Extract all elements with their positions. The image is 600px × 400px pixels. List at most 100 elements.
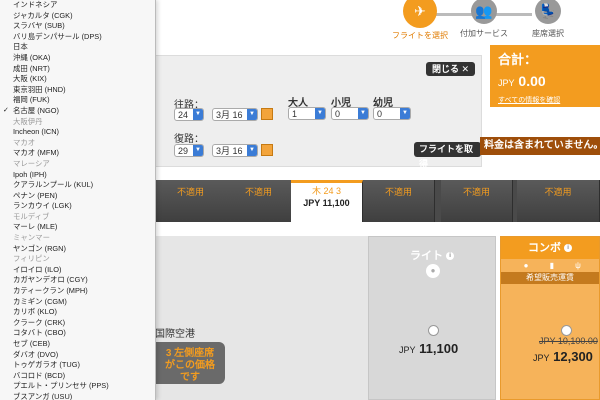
dropdown-option-label: プエルト・プリンセサ (PPS): [13, 381, 109, 391]
date-cell[interactable]: 不適用: [223, 180, 295, 222]
step-label: 座席選択: [532, 29, 564, 38]
dropdown-option[interactable]: コタバト (CBO): [0, 328, 155, 339]
dropdown-option[interactable]: インドネシア: [0, 0, 155, 11]
dropdown-option[interactable]: カガヤンデオロ (CGY): [0, 275, 155, 286]
dropdown-option[interactable]: バコロド (BCD): [0, 371, 155, 382]
fare-combo-radio[interactable]: [561, 325, 572, 336]
dropdown-option[interactable]: 大阪 (KIX): [0, 74, 155, 85]
dropdown-option[interactable]: プエルト・プリンセサ (PPS): [0, 381, 155, 392]
calendar-icon[interactable]: [261, 144, 273, 156]
select-value: 3月 16: [216, 146, 243, 156]
dropdown-option[interactable]: ランカウイ (LGK): [0, 201, 155, 212]
dropdown-option-label: 大阪伊丹: [13, 116, 43, 126]
dropdown-option-label: ジャカルタ (CGK): [13, 10, 73, 20]
dropdown-option-label: マカオ: [13, 137, 36, 147]
adult-count-select[interactable]: 1 ▼: [288, 107, 326, 120]
calendar-icon[interactable]: [261, 108, 273, 120]
dropdown-option-label: カティークラン (MPH): [13, 286, 88, 296]
total-currency: JPY: [498, 78, 515, 88]
dropdown-option[interactable]: マーレ (MLE): [0, 222, 155, 233]
dropdown-option-label: インドネシア: [13, 0, 58, 9]
dropdown-option[interactable]: クアラルンプール (KUL): [0, 180, 155, 191]
fee-notice: 料金は含まれていません。: [480, 137, 600, 155]
dropdown-option[interactable]: 沖縄 (OKA): [0, 53, 155, 64]
select-value: 0: [335, 109, 341, 119]
return-month-select[interactable]: 3月 16 ▼: [212, 144, 258, 157]
dropdown-option-label: ヤンゴン (RGN): [13, 243, 66, 253]
chevron-down-icon: ▼: [247, 145, 257, 156]
dropdown-option[interactable]: ダバオ (DVO): [0, 350, 155, 361]
booking-progress: ✈ フライトを選択 👥 付加サービス 💺 座席選択: [380, 0, 600, 42]
dropdown-option-label: 東京羽田 (HND): [13, 84, 66, 94]
dropdown-option[interactable]: イロイロ (ILO): [0, 265, 155, 276]
dropdown-option: ミャンマー: [0, 233, 155, 244]
dropdown-option[interactable]: カミギン (CGM): [0, 297, 155, 308]
close-button[interactable]: 閉じる ✕: [426, 62, 476, 76]
dropdown-option[interactable]: 東京羽田 (HND): [0, 85, 155, 96]
fare-currency: JPY: [533, 353, 550, 363]
dropdown-option-label: 福岡 (FUK): [13, 95, 50, 105]
people-icon: 👥: [471, 0, 497, 24]
dropdown-option[interactable]: スラバヤ (SUB): [0, 21, 155, 32]
dropdown-option[interactable]: カリボ (KLO): [0, 307, 155, 318]
dropdown-option[interactable]: ブスアンガ (USU): [0, 392, 155, 400]
fare-combo-old-price: JPY 10,100.00: [539, 336, 598, 346]
total-summary: 合計： JPY 0.00 すべての情報を確認: [490, 45, 600, 107]
fare-light-price: JPY 11,100: [399, 341, 458, 356]
combo-band-label: 希望販売運賃: [501, 272, 599, 284]
dropdown-option[interactable]: Incheon (ICN): [0, 127, 155, 138]
return-day-select[interactable]: 29 ▼: [174, 144, 204, 157]
fare-currency: JPY: [399, 345, 416, 355]
info-icon[interactable]: i: [564, 244, 573, 253]
dropdown-option[interactable]: クラーク (CRK): [0, 318, 155, 329]
dropdown-option: 大阪伊丹: [0, 117, 155, 128]
dropdown-option[interactable]: ✓ 名古屋 (NGO): [0, 106, 155, 117]
fare-name: ライト: [409, 250, 443, 262]
dropdown-option: フィリピン: [0, 254, 155, 265]
date-cell[interactable]: 不適用: [363, 180, 435, 222]
dropdown-option[interactable]: Ipoh (IPH): [0, 170, 155, 181]
date-cell[interactable]: 不適用: [155, 180, 227, 222]
flight-search-panel: 閉じる ✕ 往路： 24 ▼ 3月 16 ▼ 復路： 29 ▼ 3月 16 ▼ …: [155, 55, 482, 169]
dropdown-option[interactable]: ジャカルタ (CGK): [0, 11, 155, 22]
dropdown-option-label: 名古屋 (NGO): [13, 105, 59, 115]
dropdown-option[interactable]: ペナン (PEN): [0, 191, 155, 202]
seat-icon: ▮: [549, 261, 555, 270]
step-select-flight[interactable]: ✈ フライトを選択: [390, 0, 450, 41]
fare-combo-column[interactable]: コンボ i ● ▮ ψ 希望販売運賃 JPY 10,100.00 JPY 12,…: [500, 236, 600, 400]
dropdown-option-label: 沖縄 (OKA): [13, 52, 51, 62]
dropdown-option[interactable]: 福岡 (FUK): [0, 95, 155, 106]
chevron-down-icon: ▼: [193, 109, 203, 120]
info-icon[interactable]: i: [446, 252, 455, 261]
select-value: 29: [178, 146, 189, 156]
step-seat-select[interactable]: 💺 座席選択: [518, 0, 578, 39]
dropdown-option[interactable]: ヤンゴン (RGN): [0, 244, 155, 255]
dropdown-option[interactable]: セブ (CEB): [0, 339, 155, 350]
fare-light-radio[interactable]: [428, 325, 439, 336]
outbound-month-select[interactable]: 3月 16 ▼: [212, 108, 258, 121]
seats-left-badge: 3 左側座席 がこの価格 です: [155, 342, 225, 384]
child-count-select[interactable]: 0 ▼: [331, 107, 369, 120]
dropdown-option[interactable]: カティークラン (MPH): [0, 286, 155, 297]
meal-icon: ψ: [575, 261, 581, 270]
chevron-down-icon: ▼: [193, 145, 203, 156]
date-cell-selected[interactable]: 木 24 3 JPY 11,100: [291, 180, 363, 222]
dropdown-option[interactable]: 日本: [0, 42, 155, 53]
get-flights-button[interactable]: フライトを取得: [414, 142, 481, 169]
date-cell[interactable]: 不適用: [441, 180, 513, 222]
view-details-link[interactable]: すべての情報を確認: [498, 95, 560, 105]
infant-count-select[interactable]: 0 ▼: [373, 107, 411, 120]
dropdown-option[interactable]: バリ島デンパサール (DPS): [0, 32, 155, 43]
dropdown-option[interactable]: 成田 (NRT): [0, 64, 155, 75]
dropdown-option[interactable]: トゥゲガラオ (TUG): [0, 360, 155, 371]
total-label: 合計：: [498, 52, 538, 67]
outbound-day-select[interactable]: 24 ▼: [174, 108, 204, 121]
date-cell[interactable]: 不適用: [517, 180, 600, 222]
dropdown-option-label: Incheon (ICN): [13, 127, 60, 137]
fare-light-column[interactable]: ライト i ● JPY 11,100: [368, 236, 496, 400]
dropdown-option-label: マレーシア: [13, 158, 50, 168]
step-extras[interactable]: 👥 付加サービス: [454, 0, 514, 39]
airport-dropdown-list[interactable]: インドネシア ジャカルタ (CGK) スラバヤ (SUB) バリ島デンパサール (DP…: [0, 0, 156, 400]
dropdown-option[interactable]: マカオ (MFM): [0, 148, 155, 159]
dropdown-option-label: ダバオ (DVO): [13, 349, 59, 359]
